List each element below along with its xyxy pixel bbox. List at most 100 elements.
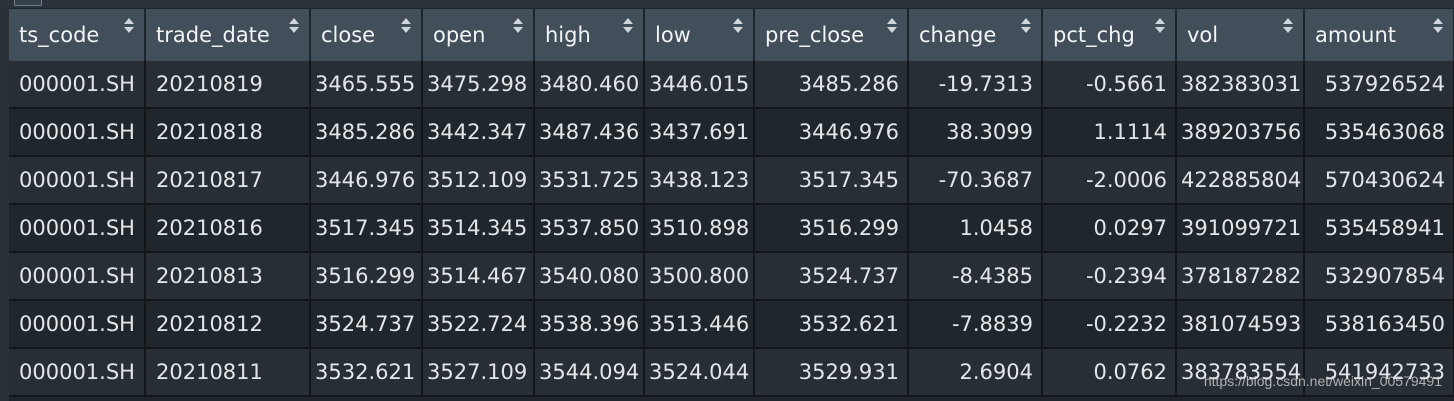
- cell-high: 3487.436: [534, 108, 645, 157]
- cell-pre_close: 3517.345: [754, 156, 909, 205]
- cell-change: 2.6904: [908, 348, 1043, 397]
- column-header-high[interactable]: high: [534, 9, 645, 61]
- cell-vol: 383783554: [1176, 348, 1305, 397]
- cell-vol: 381074593: [1176, 300, 1305, 349]
- sort-arrows-icon[interactable]: [1021, 18, 1031, 36]
- cell-pct_chg: 0.0297: [1042, 204, 1177, 253]
- cell-amount: 570430624: [1304, 156, 1454, 205]
- cell-change: -7.8839: [908, 300, 1043, 349]
- table-row: 000001.SH 20210819 3465.555 3475.298 348…: [9, 61, 1454, 109]
- cell-high: 3537.850: [534, 204, 645, 253]
- cell-low: 3524.044: [644, 348, 755, 397]
- table-row: 000001.SH 20210818 3485.286 3442.347 348…: [9, 108, 1454, 157]
- cell-close: 3465.555: [310, 61, 423, 109]
- cell-close: 3516.299: [310, 252, 423, 301]
- column-header-label: pre_close: [765, 23, 865, 47]
- column-header-open[interactable]: open: [422, 9, 535, 61]
- column-header-vol[interactable]: vol: [1176, 9, 1305, 61]
- cell-vol: 378187282: [1176, 252, 1305, 301]
- cell-change: -70.3687: [908, 156, 1043, 205]
- cell-amount: 535463068: [1304, 108, 1454, 157]
- cell-pct_chg: -0.2232: [1042, 300, 1177, 349]
- cell-close: 3532.621: [310, 348, 423, 397]
- cell-open: 3514.467: [422, 252, 535, 301]
- table-row: 000001.SH 20210811 3532.621 3527.109 354…: [9, 348, 1454, 397]
- cell-pct_chg: -2.0006: [1042, 156, 1177, 205]
- cell-ts_code: 000001.SH: [9, 300, 146, 349]
- column-header-change[interactable]: change: [908, 9, 1043, 61]
- cell-high: 3540.080: [534, 252, 645, 301]
- cell-amount: 535458941: [1304, 204, 1454, 253]
- cell-vol: 391099721: [1176, 204, 1305, 253]
- cell-ts_code: 000001.SH: [9, 108, 146, 157]
- column-header-label: trade_date: [156, 23, 270, 47]
- sort-arrows-icon[interactable]: [513, 18, 523, 36]
- sort-arrows-icon[interactable]: [623, 18, 633, 36]
- cell-close: 3485.286: [310, 108, 423, 157]
- column-header-label: open: [433, 23, 486, 47]
- table-row: 000001.SH 20210816 3517.345 3514.345 353…: [9, 204, 1454, 253]
- cell-change: -8.4385: [908, 252, 1043, 301]
- column-header-label: close: [321, 23, 376, 47]
- cell-amount: 532907854: [1304, 252, 1454, 301]
- cell-pre_close: 3516.299: [754, 204, 909, 253]
- cell-low: 3500.800: [644, 252, 755, 301]
- sort-arrows-icon[interactable]: [887, 18, 897, 36]
- cell-trade_date: 20210812: [145, 300, 311, 349]
- cell-low: 3437.691: [644, 108, 755, 157]
- cell-ts_code: 000001.SH: [9, 348, 146, 397]
- column-header-ts_code[interactable]: ts_code: [9, 9, 146, 61]
- cell-pre_close: 3446.976: [754, 108, 909, 157]
- column-header-pre_close[interactable]: pre_close: [754, 9, 909, 61]
- column-header-trade_date[interactable]: trade_date: [145, 9, 311, 61]
- column-header-pct_chg[interactable]: pct_chg: [1042, 9, 1177, 61]
- column-header-label: ts_code: [19, 23, 100, 47]
- column-header-label: pct_chg: [1053, 23, 1135, 47]
- cell-trade_date: 20210817: [145, 156, 311, 205]
- sort-arrows-icon[interactable]: [1433, 18, 1443, 36]
- cell-pre_close: 3524.737: [754, 252, 909, 301]
- cell-trade_date: 20210818: [145, 108, 311, 157]
- column-header-label: amount: [1315, 23, 1397, 47]
- column-header-label: low: [655, 23, 691, 47]
- cell-vol: 382383031: [1176, 61, 1305, 109]
- cell-change: 1.0458: [908, 204, 1043, 253]
- header-row: ts_code trade_date close open high low p…: [9, 9, 1454, 61]
- cell-high: 3480.460: [534, 61, 645, 109]
- column-header-low[interactable]: low: [644, 9, 755, 61]
- cell-amount: 541942733: [1304, 348, 1454, 397]
- cell-open: 3527.109: [422, 348, 535, 397]
- cell-ts_code: 000001.SH: [9, 252, 146, 301]
- panel-tab-handle[interactable]: [14, 0, 42, 6]
- cell-high: 3544.094: [534, 348, 645, 397]
- cell-open: 3522.724: [422, 300, 535, 349]
- cell-open: 3442.347: [422, 108, 535, 157]
- sort-arrows-icon[interactable]: [1283, 18, 1293, 36]
- left-gutter: [0, 8, 9, 401]
- sort-arrows-icon[interactable]: [289, 18, 299, 36]
- sort-arrows-icon[interactable]: [124, 18, 134, 36]
- sort-arrows-icon[interactable]: [733, 18, 743, 36]
- column-header-label: high: [545, 23, 591, 47]
- cell-close: 3446.976: [310, 156, 423, 205]
- cell-pre_close: 3485.286: [754, 61, 909, 109]
- cell-open: 3475.298: [422, 61, 535, 109]
- cell-high: 3531.725: [534, 156, 645, 205]
- cell-low: 3438.123: [644, 156, 755, 205]
- column-header-close[interactable]: close: [310, 9, 423, 61]
- cell-pre_close: 3532.621: [754, 300, 909, 349]
- cell-trade_date: 20210819: [145, 61, 311, 109]
- column-header-label: change: [919, 23, 997, 47]
- cell-high: 3538.396: [534, 300, 645, 349]
- cell-low: 3446.015: [644, 61, 755, 109]
- cell-pre_close: 3529.931: [754, 348, 909, 397]
- column-header-amount[interactable]: amount: [1304, 9, 1454, 61]
- sort-arrows-icon[interactable]: [401, 18, 411, 36]
- cell-ts_code: 000001.SH: [9, 156, 146, 205]
- cell-amount: 537926524: [1304, 61, 1454, 109]
- table-row: 000001.SH 20210812 3524.737 3522.724 353…: [9, 300, 1454, 349]
- cell-trade_date: 20210816: [145, 204, 311, 253]
- sort-arrows-icon[interactable]: [1155, 18, 1165, 36]
- cell-trade_date: 20210813: [145, 252, 311, 301]
- cell-close: 3524.737: [310, 300, 423, 349]
